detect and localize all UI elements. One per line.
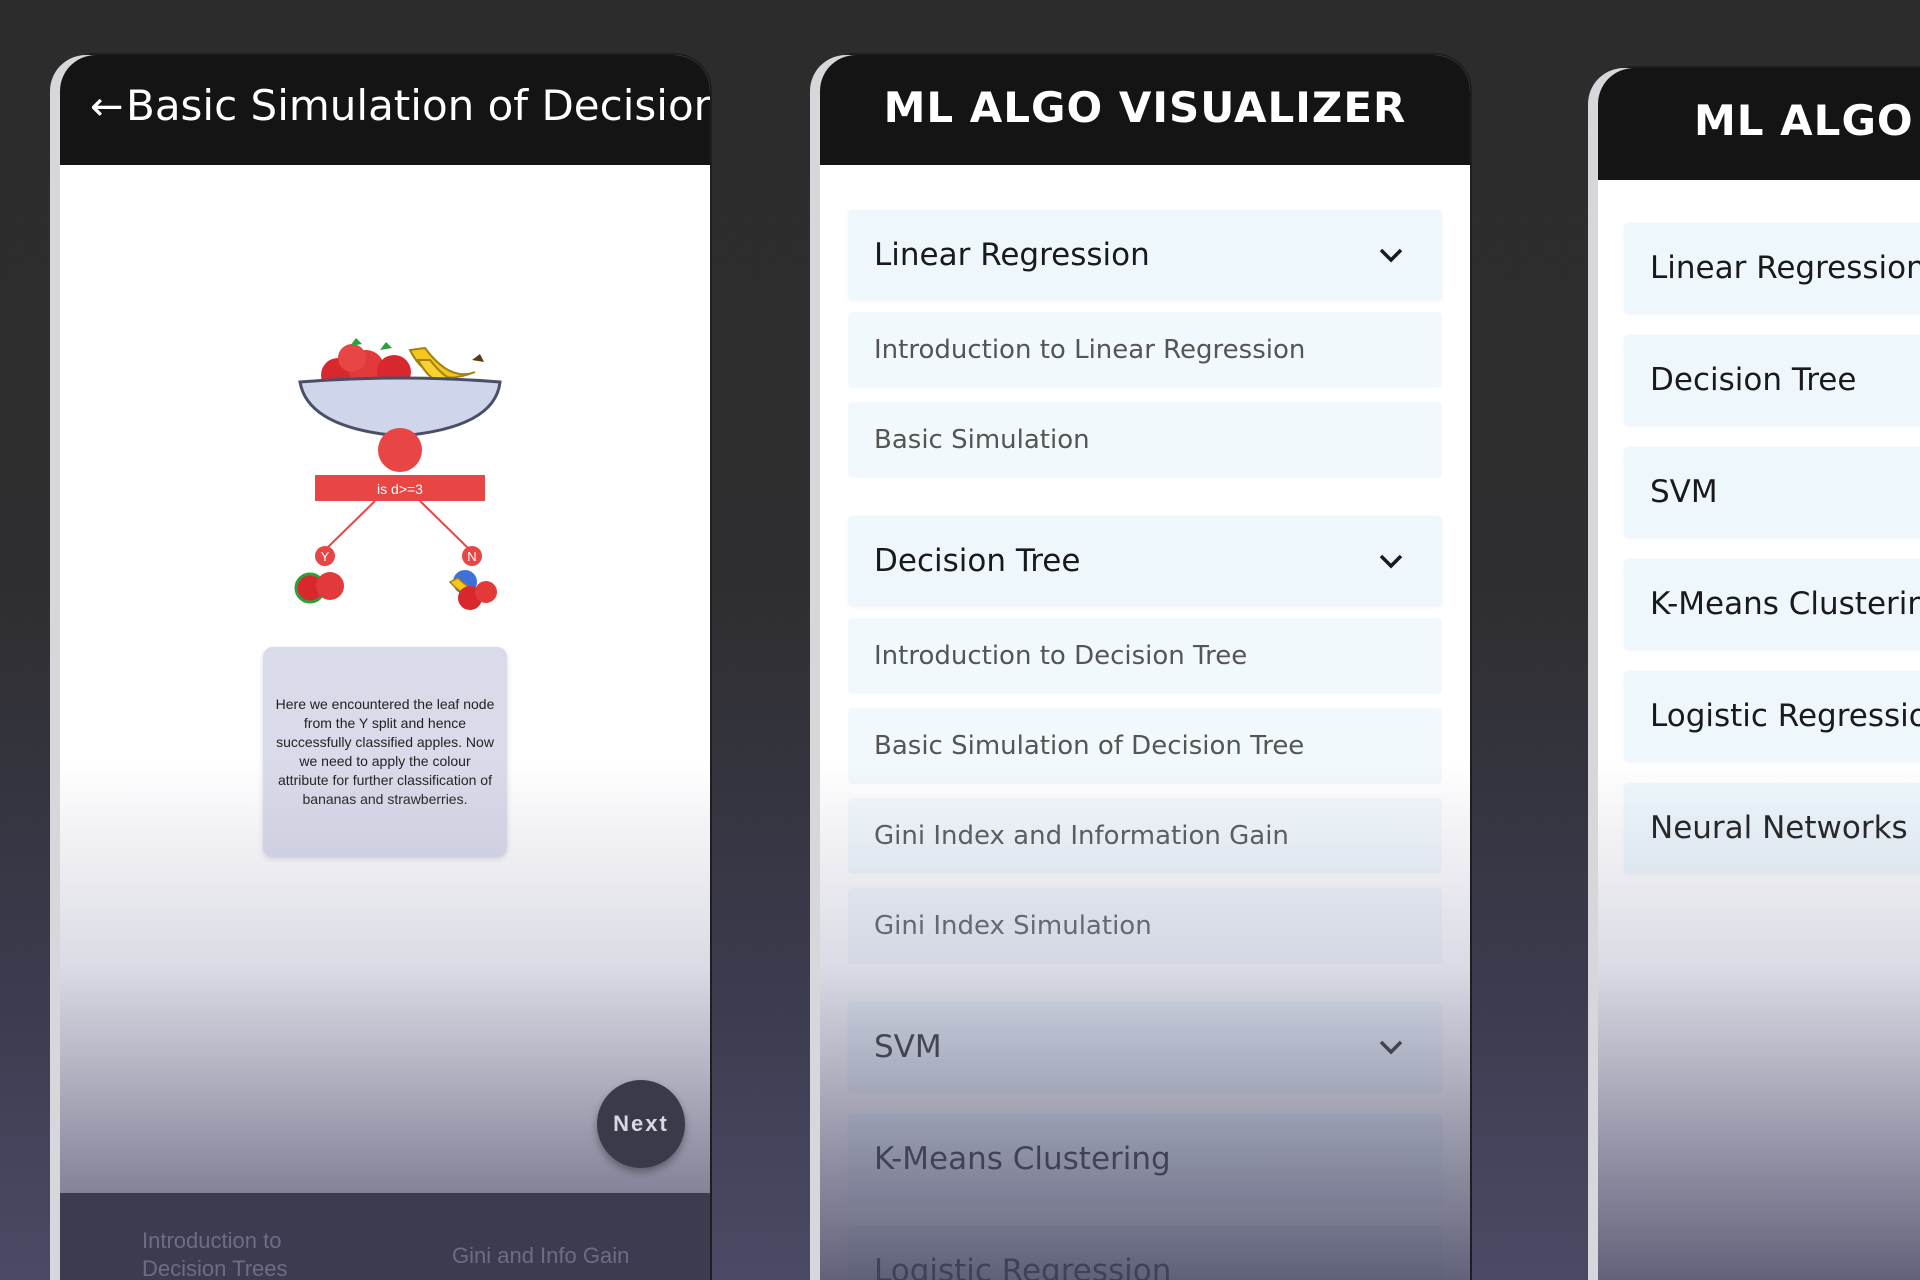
menu-item-intro-decision-tree[interactable]: Introduction to Decision Tree bbox=[848, 618, 1442, 694]
menu-item-svm[interactable]: SVM bbox=[1624, 447, 1920, 537]
menu-item-label: Introduction to Decision Tree bbox=[874, 641, 1248, 671]
section-label: Logistic Regression bbox=[874, 1253, 1172, 1280]
menu-item-label: Basic Simulation bbox=[874, 425, 1090, 455]
menu-item-linear-regression[interactable]: Linear Regression bbox=[1624, 223, 1920, 313]
menu-screen-collapsed: ML ALGO V Linear Regression Decision Tre… bbox=[1598, 68, 1920, 1280]
right-branch-line bbox=[419, 500, 471, 551]
app-title: ML ALGO V bbox=[1694, 96, 1920, 145]
back-arrow-icon[interactable]: ← bbox=[90, 85, 124, 129]
menu-item-basic-simulation[interactable]: Basic Simulation bbox=[848, 402, 1442, 478]
page-title: Basic Simulation of Decision .. bbox=[126, 81, 710, 130]
chevron-down-icon[interactable] bbox=[1376, 1032, 1406, 1062]
menu-item-label: Basic Simulation of Decision Tree bbox=[874, 731, 1305, 761]
explanation-card: Here we encountered the leaf node from t… bbox=[263, 647, 507, 857]
menu-item-label: Introduction to Linear Regression bbox=[874, 335, 1306, 365]
chevron-down-icon[interactable] bbox=[1376, 240, 1406, 270]
condition-label: is d>=3 bbox=[377, 481, 423, 497]
section-label: K-Means Clustering bbox=[874, 1141, 1171, 1177]
left-branch-line bbox=[324, 500, 376, 551]
decision-tree-illustration: is d>=3 Y N bbox=[294, 338, 502, 610]
algorithm-menu: Linear Regression Decision Tree SVM K-Me… bbox=[1624, 223, 1920, 895]
menu-item-basic-simulation-decision-tree[interactable]: Basic Simulation of Decision Tree bbox=[848, 708, 1442, 784]
app-title: ML ALGO VISUALIZER bbox=[883, 83, 1407, 132]
root-node bbox=[378, 428, 422, 472]
menu-item-label: Linear Regression bbox=[1650, 250, 1920, 286]
section-logistic-regression[interactable]: Logistic Regression bbox=[848, 1226, 1442, 1280]
chevron-down-icon[interactable] bbox=[1376, 546, 1406, 576]
app-bar: ML ALGO V bbox=[1598, 68, 1920, 180]
no-label: N bbox=[467, 549, 476, 564]
section-linear-regression[interactable]: Linear Regression bbox=[848, 210, 1442, 300]
next-button[interactable]: Next bbox=[597, 1080, 685, 1168]
section-decision-tree[interactable]: Decision Tree bbox=[848, 516, 1442, 606]
menu-item-label: K-Means Clustering bbox=[1650, 586, 1920, 622]
menu-item-logistic-regression[interactable]: Logistic Regression bbox=[1624, 671, 1920, 761]
menu-item-label: SVM bbox=[1650, 474, 1718, 510]
yes-label: Y bbox=[321, 549, 330, 564]
menu-item-label: Neural Networks bbox=[1650, 810, 1908, 846]
menu-item-label: Gini Index and Information Gain bbox=[874, 821, 1289, 851]
apple-leaf-icon bbox=[294, 572, 344, 604]
bowl-icon bbox=[298, 376, 502, 438]
mixed-fruit-leaf-icon bbox=[448, 570, 497, 610]
app-bar: ML ALGO VISUALIZER bbox=[820, 55, 1470, 165]
section-label: Linear Regression bbox=[874, 237, 1150, 273]
menu-item-decision-tree[interactable]: Decision Tree bbox=[1624, 335, 1920, 425]
next-lesson-link[interactable]: Gini and Info Gain bbox=[452, 1243, 629, 1269]
algorithm-menu: Linear Regression Introduction to Linear… bbox=[848, 210, 1442, 1280]
prev-lesson-link[interactable]: Introduction to Decision Trees bbox=[142, 1227, 342, 1280]
app-bar: ← Basic Simulation of Decision .. bbox=[60, 55, 710, 165]
menu-item-label: Decision Tree bbox=[1650, 362, 1857, 398]
section-label: Decision Tree bbox=[874, 543, 1081, 579]
menu-item-k-means[interactable]: K-Means Clustering bbox=[1624, 559, 1920, 649]
bottom-navigation: Introduction to Decision Trees Gini and … bbox=[60, 1193, 710, 1280]
menu-item-label: Gini Index Simulation bbox=[874, 911, 1152, 941]
menu-item-intro-linear-regression[interactable]: Introduction to Linear Regression bbox=[848, 312, 1442, 388]
menu-item-label: Logistic Regression bbox=[1650, 698, 1920, 734]
explanation-text: Here we encountered the leaf node from t… bbox=[275, 696, 495, 807]
menu-item-neural-networks[interactable]: Neural Networks bbox=[1624, 783, 1920, 873]
section-label: SVM bbox=[874, 1029, 942, 1065]
simulation-screen: ← Basic Simulation of Decision .. is d>=… bbox=[60, 55, 710, 1280]
menu-item-gini-index-info-gain[interactable]: Gini Index and Information Gain bbox=[848, 798, 1442, 874]
menu-item-gini-index-simulation[interactable]: Gini Index Simulation bbox=[848, 888, 1442, 964]
section-svm[interactable]: SVM bbox=[848, 1002, 1442, 1092]
section-k-means[interactable]: K-Means Clustering bbox=[848, 1114, 1442, 1204]
menu-screen-expanded: ML ALGO VISUALIZER Linear Regression Int… bbox=[820, 55, 1470, 1280]
